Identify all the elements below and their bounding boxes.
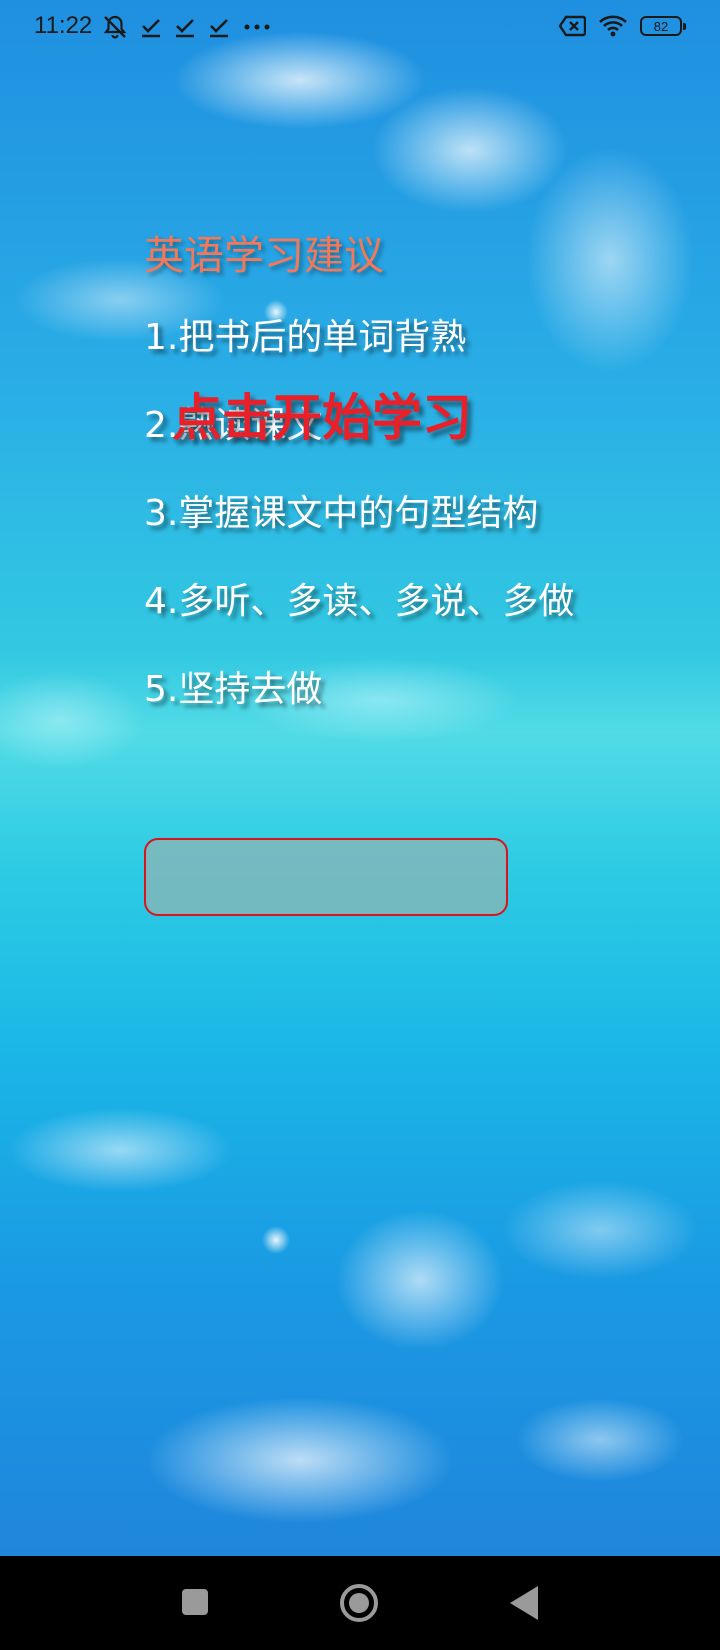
status-bar: 11:22 82 [0, 0, 720, 56]
start-button[interactable] [144, 838, 508, 916]
tip-item: 4.多听、多读、多说、多做 [144, 581, 575, 622]
more-icon [242, 16, 272, 38]
page-title: 英语学习建议 [144, 233, 384, 279]
wifi-icon [598, 14, 628, 38]
back-icon[interactable] [510, 1586, 538, 1620]
recents-icon[interactable] [182, 1589, 208, 1615]
battery-level: 82 [653, 18, 669, 34]
start-learning-link[interactable]: 点击开始学习 [172, 386, 472, 450]
system-icons: 82 [558, 14, 686, 38]
notification-icons [102, 14, 272, 40]
status-time: 11:22 [34, 12, 93, 39]
battery-icon: 82 [640, 16, 686, 36]
tip-item: 1.把书后的单词背熟 [144, 317, 467, 358]
sim-error-icon [558, 15, 586, 37]
tip-item: 3.掌握课文中的句型结构 [144, 493, 539, 534]
app-screen: 11:22 82 英语学习建议 1.把书后的单词背熟 2.熟读课文 3.掌握课文… [0, 0, 720, 1556]
check-icon [174, 16, 196, 38]
home-icon[interactable] [340, 1584, 378, 1622]
check-icon [208, 16, 230, 38]
check-icon [140, 16, 162, 38]
mute-icon [102, 14, 128, 40]
tip-item: 5.坚持去做 [144, 669, 323, 710]
